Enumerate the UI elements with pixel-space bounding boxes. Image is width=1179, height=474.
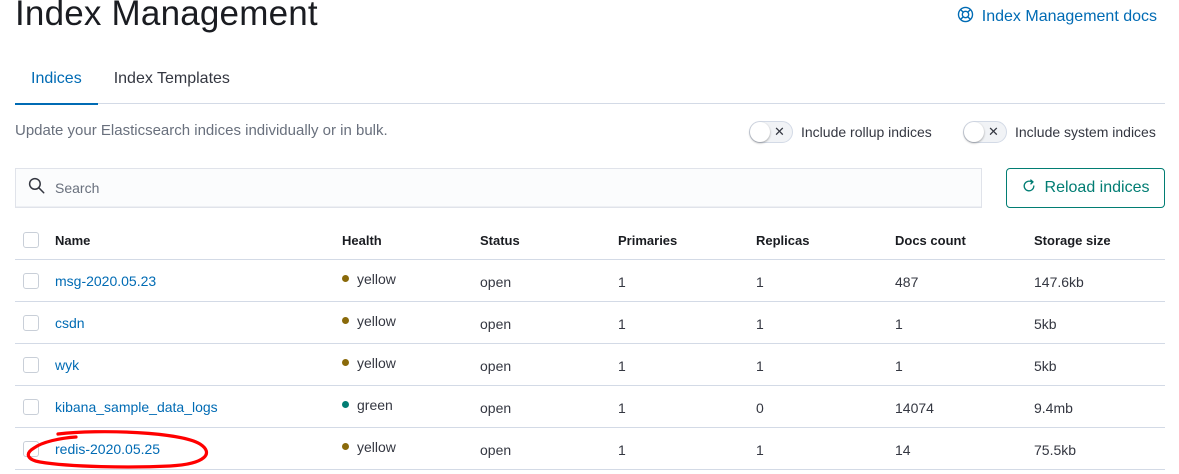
replicas-cell: 1 xyxy=(756,441,764,458)
table-row: csdn yellow open 1 1 1 5kb xyxy=(15,302,1165,344)
health-cell: yellow xyxy=(342,355,480,371)
health-dot-icon xyxy=(342,317,349,324)
row-checkbox[interactable] xyxy=(23,398,39,415)
column-header-primaries[interactable]: Primaries xyxy=(618,233,756,248)
health-dot-icon xyxy=(342,443,349,450)
indices-table: Name Health Status Primaries Replicas Do… xyxy=(15,221,1165,470)
rollup-indices-label: Include rollup indices xyxy=(801,124,932,140)
storage-size-cell: 147.6kb xyxy=(1034,273,1084,290)
index-name-link[interactable]: wyk xyxy=(55,357,342,373)
docs-count-cell: 487 xyxy=(895,273,919,290)
cross-icon: ✕ xyxy=(774,124,785,139)
table-row: kibana_sample_data_logs green open 1 0 1… xyxy=(15,386,1165,428)
health-cell: yellow xyxy=(342,271,480,287)
column-header-docs-count[interactable]: Docs count xyxy=(895,233,1034,248)
column-header-status[interactable]: Status xyxy=(480,233,618,248)
reload-indices-button[interactable]: Reload indices xyxy=(1006,168,1165,208)
primaries-cell: 1 xyxy=(618,315,626,332)
health-label: yellow xyxy=(357,354,396,371)
tab-indices[interactable]: Indices xyxy=(15,60,98,105)
switch-knob xyxy=(964,122,984,142)
storage-size-cell: 5kb xyxy=(1034,357,1057,374)
tab-index-templates[interactable]: Index Templates xyxy=(98,60,246,104)
page-title: Index Management xyxy=(15,0,318,33)
storage-size-cell: 9.4mb xyxy=(1034,399,1073,416)
search-bar xyxy=(15,168,982,208)
index-name-link[interactable]: msg-2020.05.23 xyxy=(55,273,342,289)
health-label: yellow xyxy=(357,438,396,455)
docs-count-cell: 1 xyxy=(895,357,903,374)
docs-count-cell: 14074 xyxy=(895,399,934,416)
rollup-toggle-group: ✕ Include rollup indices xyxy=(749,121,932,143)
storage-size-cell: 75.5kb xyxy=(1034,441,1077,458)
health-cell: green xyxy=(342,397,480,413)
search-icon xyxy=(28,177,45,199)
table-row: msg-2020.05.23 yellow open 1 1 487 147.6… xyxy=(15,260,1165,302)
status-cell: open xyxy=(480,399,512,416)
table-row: redis-2020.05.25 yellow open 1 1 14 75.5… xyxy=(15,428,1165,470)
page-description: Update your Elasticsearch indices indivi… xyxy=(15,122,388,139)
health-label: yellow xyxy=(357,270,396,287)
rollup-indices-switch[interactable]: ✕ xyxy=(749,121,793,143)
switch-knob xyxy=(750,122,770,142)
column-header-name[interactable]: Name xyxy=(55,233,342,248)
row-checkbox[interactable] xyxy=(23,314,39,331)
health-cell: yellow xyxy=(342,313,480,329)
column-header-health[interactable]: Health xyxy=(342,233,480,248)
primaries-cell: 1 xyxy=(618,357,626,374)
index-name-link[interactable]: redis-2020.05.25 xyxy=(55,441,342,457)
replicas-cell: 1 xyxy=(756,315,764,332)
docs-count-cell: 1 xyxy=(895,315,903,332)
health-label: green xyxy=(357,396,393,413)
index-name-link[interactable]: csdn xyxy=(55,315,342,331)
system-toggle-group: ✕ Include system indices xyxy=(963,121,1156,143)
storage-size-cell: 5kb xyxy=(1034,315,1057,332)
system-indices-switch[interactable]: ✕ xyxy=(963,121,1007,143)
tab-bar: Indices Index Templates xyxy=(15,60,1165,105)
primaries-cell: 1 xyxy=(618,273,626,290)
replicas-cell: 0 xyxy=(756,399,764,416)
primaries-cell: 1 xyxy=(618,399,626,416)
reload-indices-label: Reload indices xyxy=(1044,179,1150,196)
system-indices-label: Include system indices xyxy=(1015,124,1156,140)
help-lifebuoy-icon xyxy=(957,6,974,28)
cross-icon: ✕ xyxy=(988,124,999,139)
status-cell: open xyxy=(480,441,512,458)
index-name-link[interactable]: kibana_sample_data_logs xyxy=(55,399,342,415)
table-row: wyk yellow open 1 1 1 5kb xyxy=(15,344,1165,386)
select-all-checkbox[interactable] xyxy=(23,232,39,248)
column-header-storage-size[interactable]: Storage size xyxy=(1034,233,1165,248)
row-checkbox[interactable] xyxy=(23,356,39,373)
docs-link[interactable]: Index Management docs xyxy=(957,6,1157,28)
replicas-cell: 1 xyxy=(756,273,764,290)
health-dot-icon xyxy=(342,359,349,366)
docs-count-cell: 14 xyxy=(895,441,911,458)
row-checkbox[interactable] xyxy=(23,440,39,457)
primaries-cell: 1 xyxy=(618,441,626,458)
status-cell: open xyxy=(480,315,512,332)
table-header-row: Name Health Status Primaries Replicas Do… xyxy=(15,221,1165,260)
status-cell: open xyxy=(480,357,512,374)
health-dot-icon xyxy=(342,401,349,408)
status-cell: open xyxy=(480,273,512,290)
health-cell: yellow xyxy=(342,439,480,455)
column-header-replicas[interactable]: Replicas xyxy=(756,233,895,248)
health-label: yellow xyxy=(357,312,396,329)
replicas-cell: 1 xyxy=(756,357,764,374)
search-input[interactable] xyxy=(55,180,955,196)
health-dot-icon xyxy=(342,275,349,282)
row-checkbox[interactable] xyxy=(23,272,39,289)
docs-link-label: Index Management docs xyxy=(981,8,1157,25)
refresh-icon xyxy=(1022,178,1036,198)
